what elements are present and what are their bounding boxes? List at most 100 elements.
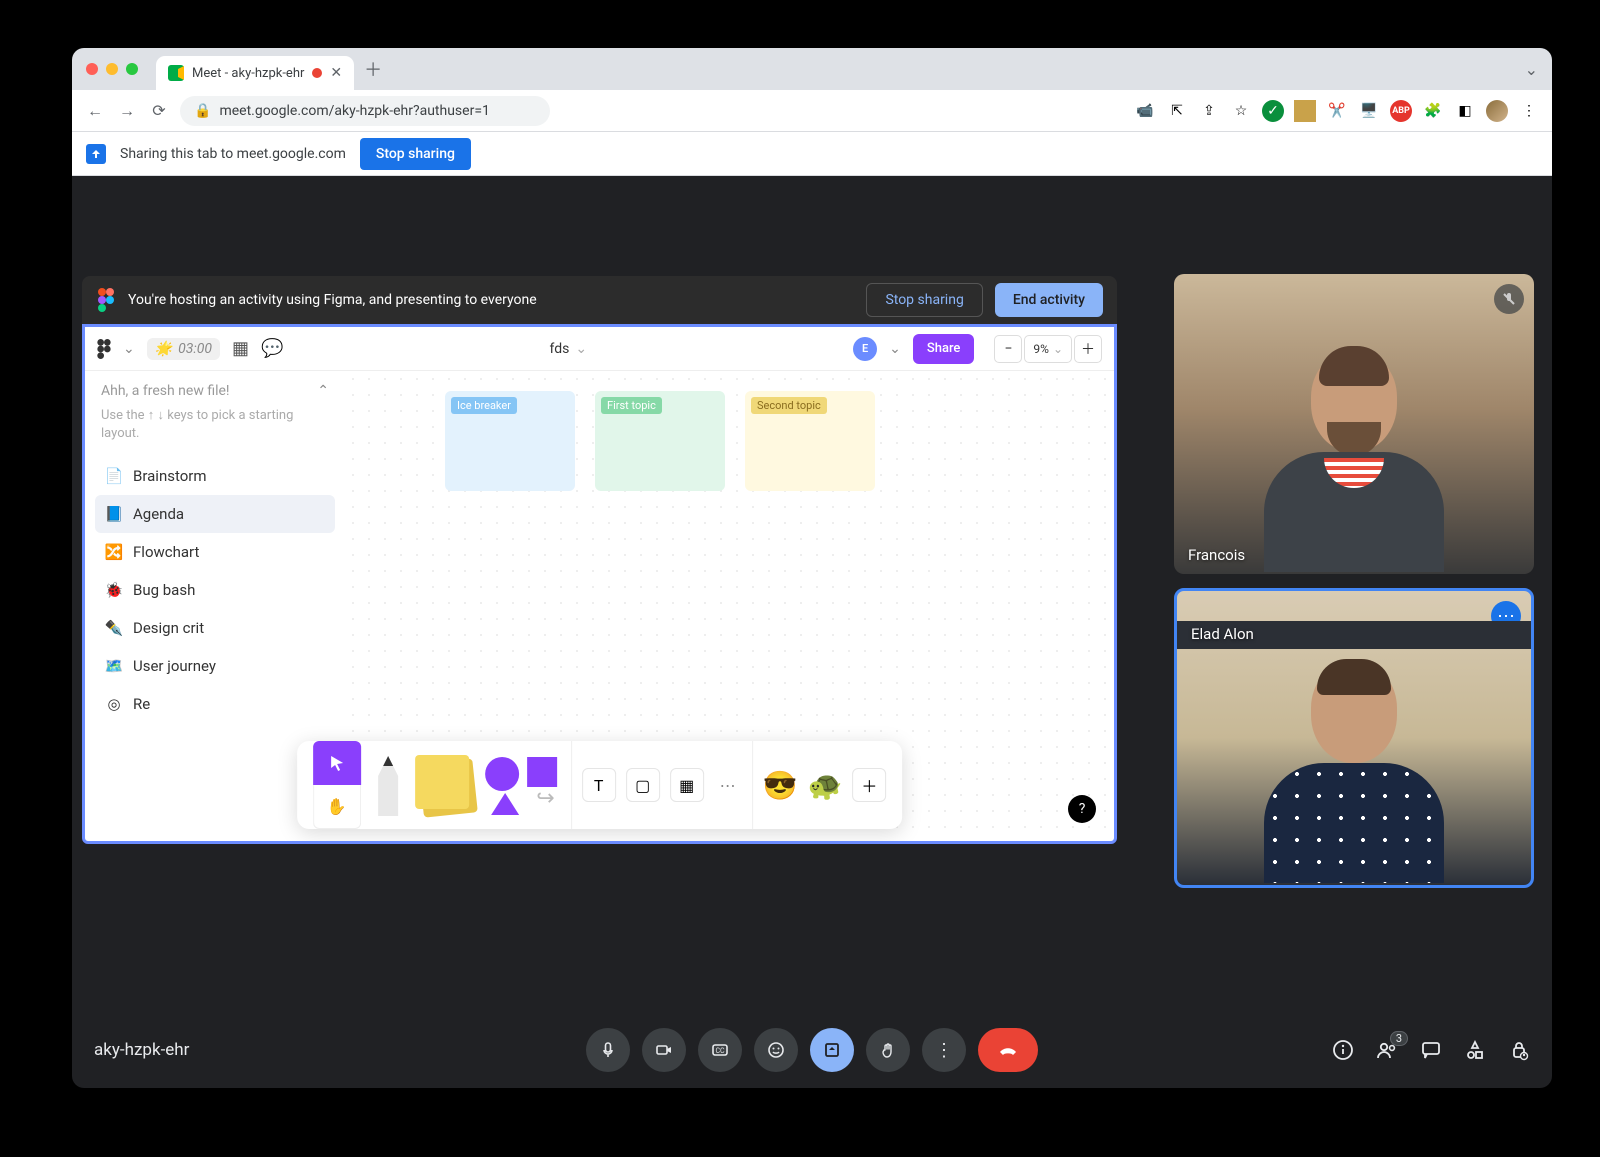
panel-collapse-icon[interactable]: ⌃: [317, 383, 329, 399]
browser-window: Meet - aky-hzpk-ehr ✕ ＋ ⌄ ← → ⟳ 🔒 meet.g…: [72, 48, 1552, 1088]
template-partial[interactable]: ◎Re: [95, 685, 335, 723]
chrome-menu-button[interactable]: ⋮: [1518, 100, 1540, 122]
minimize-window-button[interactable]: [106, 63, 118, 75]
video-tile-francois[interactable]: Francois: [1174, 274, 1534, 574]
template-designcrit[interactable]: ✒️Design crit: [95, 609, 335, 647]
figma-left-panel: Ahh, a fresh new file! ⌃ Use the ↑ ↓ key…: [85, 371, 345, 731]
url-input[interactable]: 🔒 meet.google.com/aky-hzpk-ehr?authuser=…: [180, 96, 550, 126]
leave-call-button[interactable]: [978, 1028, 1038, 1072]
camera-indicator-icon[interactable]: 📹: [1134, 100, 1156, 122]
hand-tool[interactable]: ✋: [313, 785, 361, 829]
card-second-topic[interactable]: Second topic: [745, 391, 875, 491]
activities-button[interactable]: [1464, 1039, 1486, 1061]
camera-button[interactable]: [642, 1028, 686, 1072]
zoom-level[interactable]: 9%⌄: [1024, 335, 1072, 363]
template-bugbash[interactable]: 🐞Bug bash: [95, 571, 335, 609]
user-dropdown-icon[interactable]: ⌄: [889, 341, 901, 357]
side-panel-icon[interactable]: ◧: [1454, 100, 1476, 122]
extensions-puzzle-icon[interactable]: 🧩: [1422, 100, 1444, 122]
tabs-dropdown-button[interactable]: ⌄: [1525, 60, 1538, 79]
zoom-in-button[interactable]: ＋: [1074, 335, 1102, 363]
userjourney-icon: 🗺️: [105, 657, 123, 675]
url-text: meet.google.com/aky-hzpk-ehr?authuser=1: [219, 103, 489, 119]
meeting-details-button[interactable]: [1332, 1039, 1354, 1061]
extension-abp-icon[interactable]: ABP: [1390, 100, 1412, 122]
figma-share-button[interactable]: Share: [913, 334, 975, 364]
figjam-toolbar: ✋ ↪ T ▢ ▦ ⋯ 😎: [297, 741, 903, 829]
select-tool[interactable]: ✋: [313, 741, 361, 829]
pencil-tool[interactable]: [371, 752, 405, 818]
shapes-tool[interactable]: ↪: [485, 755, 561, 815]
forward-button[interactable]: →: [116, 101, 138, 121]
user-badge[interactable]: E: [853, 337, 877, 361]
activity-stop-sharing-button[interactable]: Stop sharing: [866, 283, 982, 317]
figma-menu-button[interactable]: [97, 339, 111, 359]
stamp-turtle-icon[interactable]: 🐢: [808, 769, 843, 802]
reactions-button[interactable]: [754, 1028, 798, 1072]
extension-green-icon[interactable]: ✓: [1262, 100, 1284, 122]
bookmark-star-icon[interactable]: ☆: [1230, 100, 1252, 122]
stop-sharing-infobar-button[interactable]: Stop sharing: [360, 138, 471, 170]
template-brainstorm[interactable]: 📄Brainstorm: [95, 457, 335, 495]
more-tools-button[interactable]: ⋯: [714, 776, 742, 795]
template-userjourney[interactable]: 🗺️User journey: [95, 647, 335, 685]
figjam-timer[interactable]: 🌟 03:00: [147, 338, 220, 360]
figma-help-button[interactable]: ?: [1068, 795, 1096, 823]
present-button[interactable]: [810, 1028, 854, 1072]
tab-title: Meet - aky-hzpk-ehr: [192, 66, 304, 81]
panel-hint: Use the ↑ ↓ keys to pick a starting layo…: [95, 403, 335, 447]
open-external-icon[interactable]: ⇱: [1166, 100, 1188, 122]
svg-text:CC: CC: [715, 1047, 725, 1055]
close-tab-button[interactable]: ✕: [330, 65, 342, 81]
figma-logo-icon: [96, 290, 116, 310]
chat-button[interactable]: [1420, 1039, 1442, 1061]
muted-mic-icon: [1494, 284, 1524, 314]
meet-body: You're hosting an activity using Figma, …: [72, 176, 1552, 1088]
panel-title-row: Ahh, a fresh new file! ⌃: [95, 379, 335, 403]
text-tool[interactable]: T: [582, 768, 616, 802]
meet-right-controls: 3: [1332, 1039, 1530, 1061]
maximize-window-button[interactable]: [126, 63, 138, 75]
layout-grid-icon[interactable]: ▦: [232, 338, 249, 359]
figma-filename[interactable]: fds ⌄: [295, 341, 841, 357]
extension-book-icon[interactable]: [1294, 100, 1316, 122]
raise-hand-button[interactable]: [866, 1028, 910, 1072]
infobar-text: Sharing this tab to meet.google.com: [120, 146, 346, 162]
bugbash-icon: 🐞: [105, 581, 123, 599]
back-button[interactable]: ←: [84, 101, 106, 121]
template-agenda[interactable]: 📘Agenda: [95, 495, 335, 533]
window-controls: [86, 63, 138, 75]
recording-indicator-icon: [312, 68, 322, 78]
new-tab-button[interactable]: ＋: [364, 56, 382, 82]
address-bar-row: ← → ⟳ 🔒 meet.google.com/aky-hzpk-ehr?aut…: [72, 90, 1552, 132]
share-sheet-icon[interactable]: ⇪: [1198, 100, 1220, 122]
stamp-cool-icon[interactable]: 😎: [763, 769, 798, 802]
reload-button[interactable]: ⟳: [148, 101, 170, 120]
table-tool[interactable]: ▦: [670, 768, 704, 802]
profile-avatar[interactable]: [1486, 100, 1508, 122]
comment-icon[interactable]: 💬: [261, 338, 283, 359]
video-tile-elad[interactable]: ⋯ Elad Alon: [1174, 588, 1534, 888]
add-tool-button[interactable]: ＋: [852, 768, 886, 802]
browser-tab[interactable]: Meet - aky-hzpk-ehr ✕: [156, 56, 354, 90]
extension-display-icon[interactable]: 🖥️: [1358, 100, 1380, 122]
microphone-button[interactable]: [586, 1028, 630, 1072]
people-button[interactable]: 3: [1376, 1039, 1398, 1061]
card-icebreaker[interactable]: Ice breaker: [445, 391, 575, 491]
panel-title: Ahh, a fresh new file!: [101, 383, 230, 399]
captions-button[interactable]: CC: [698, 1028, 742, 1072]
host-controls-button[interactable]: [1508, 1039, 1530, 1061]
sticky-note-tool[interactable]: [415, 755, 475, 815]
template-flowchart[interactable]: 🔀Flowchart: [95, 533, 335, 571]
figma-toolbar: ⌄ 🌟 03:00 ▦ 💬 fds ⌄ E ⌄ Share −: [85, 327, 1114, 371]
meet-bottom-bar: aky-hzpk-ehr CC ⋮ 3: [72, 1012, 1552, 1088]
card-first-topic[interactable]: First topic: [595, 391, 725, 491]
close-window-button[interactable]: [86, 63, 98, 75]
timer-avatar-icon: 🌟: [155, 341, 172, 357]
section-tool[interactable]: ▢: [626, 768, 660, 802]
zoom-out-button[interactable]: −: [994, 335, 1022, 363]
flowchart-icon: 🔀: [105, 543, 123, 561]
extension-scissors-icon[interactable]: ✂️: [1326, 100, 1348, 122]
activity-end-button[interactable]: End activity: [995, 283, 1103, 317]
more-options-button[interactable]: ⋮: [922, 1028, 966, 1072]
